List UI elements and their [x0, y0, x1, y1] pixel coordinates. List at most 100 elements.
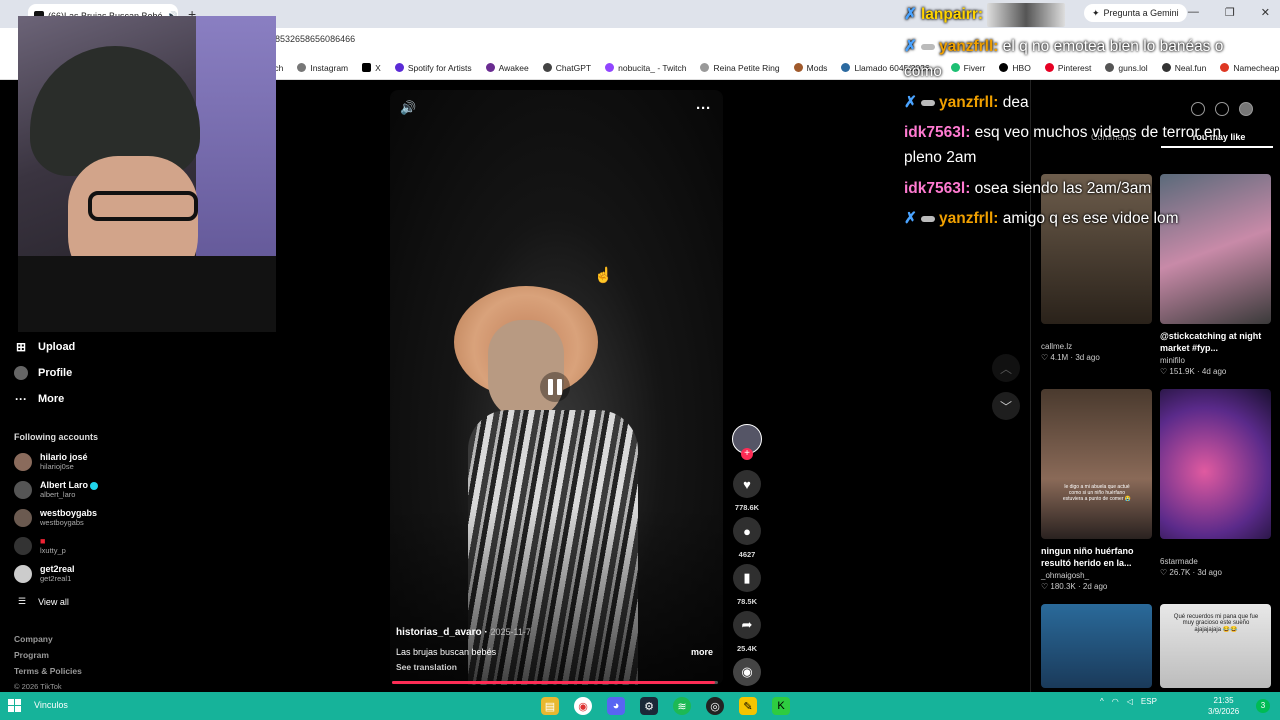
steam-icon[interactable]: ⚙: [640, 697, 658, 715]
card-user[interactable]: minifilo: [1160, 356, 1271, 365]
follow-plus-icon[interactable]: +: [741, 448, 753, 460]
green-app-icon[interactable]: K: [772, 697, 790, 715]
bookmark-item[interactable]: ChatGPT: [542, 63, 591, 73]
more-options-icon[interactable]: ···: [696, 100, 711, 117]
nav-more-label: More: [38, 393, 65, 405]
discord-icon[interactable]: ◕: [607, 697, 625, 715]
card-title[interactable]: @stickcatching at night market #fyp...: [1160, 330, 1271, 354]
right-panel: Comments You may like callme.lz ♡ 4.1M ·…: [1030, 80, 1280, 692]
device-icon[interactable]: [1215, 102, 1229, 116]
view-all-link[interactable]: ☰ View all: [18, 596, 69, 607]
taskbar-links-label[interactable]: Vinculos: [34, 700, 68, 710]
following-account[interactable]: hilario josé hilarioj0se: [14, 452, 88, 471]
comment-button[interactable]: ●: [733, 517, 761, 545]
bookmark-item[interactable]: nobucita_ - Twitch: [605, 63, 686, 73]
notification-badge[interactable]: 3: [1256, 699, 1270, 713]
video-thumbnail[interactable]: [1160, 174, 1271, 324]
bookmark-item[interactable]: Mods: [793, 63, 827, 73]
chat-user: idk7563l: [904, 180, 966, 197]
recommended-video-card[interactable]: @stickcatching at night market #fyp... m…: [1160, 174, 1271, 376]
video-author[interactable]: historias_d_avaro · 2025-11-7: [396, 627, 531, 638]
chatgpt-icon: [542, 63, 552, 72]
recommended-video-card[interactable]: [1041, 604, 1152, 688]
previous-video-button[interactable]: ︿: [992, 354, 1020, 382]
next-video-button[interactable]: ﹀: [992, 392, 1020, 420]
chat-text: osea siendo las 2am/3am: [974, 180, 1152, 197]
sound-disc-button[interactable]: ◉: [733, 658, 761, 686]
clock[interactable]: 21:35 3/9/2026: [1208, 695, 1239, 717]
caption-more-link[interactable]: more: [691, 647, 713, 657]
card-meta: ♡ 180.3K · 2d ago: [1041, 582, 1108, 591]
card-title[interactable]: ningun niño huérfano resultó herido en l…: [1041, 545, 1152, 569]
windows-start-button[interactable]: [8, 699, 22, 713]
author-name[interactable]: historias_d_avaro: [396, 627, 482, 638]
recommended-video-card[interactable]: callme.lz ♡ 4.1M · 3d ago: [1041, 174, 1152, 362]
see-translation-link[interactable]: See translation: [396, 662, 457, 672]
mods-icon: [793, 63, 803, 72]
bookmark-item[interactable]: Reina Petite Ring: [700, 63, 780, 73]
bookmark-item[interactable]: Instagram: [297, 63, 348, 73]
chat-user: lanpairr: [921, 6, 978, 23]
account-name: hilario josé: [40, 452, 88, 462]
chrome-icon[interactable]: ◉: [574, 697, 592, 715]
progress-fill: [392, 681, 715, 684]
nav-profile[interactable]: Profile: [14, 366, 72, 380]
pause-button[interactable]: [540, 372, 570, 402]
sub-badge-icon: [921, 43, 935, 50]
following-account[interactable]: Albert Laro albert_laro: [14, 480, 99, 499]
following-account[interactable]: westboygabs westboygabs: [14, 508, 97, 527]
save-button[interactable]: ▮: [733, 564, 761, 592]
video-thumbnail[interactable]: [1041, 604, 1152, 688]
chat-user: idk7563l: [904, 124, 966, 141]
moderator-sword-icon: ✗: [904, 6, 917, 23]
bookmark-item[interactable]: Spotify for Artists: [394, 63, 472, 73]
volume-icon[interactable]: 🔊: [400, 100, 416, 116]
nav-more[interactable]: ··· More: [14, 392, 64, 406]
wifi-icon[interactable]: ◠: [1112, 697, 1119, 706]
user-avatar-icon[interactable]: [1239, 102, 1253, 116]
footer-company[interactable]: Company: [14, 634, 53, 644]
close-window-icon[interactable]: ✕: [1261, 6, 1270, 19]
recommended-video-card[interactable]: le digo a mi abuela que actué como si un…: [1041, 389, 1152, 591]
file-explorer-icon[interactable]: ▤: [541, 697, 559, 715]
footer-copyright: © 2026 TikTok: [14, 682, 62, 691]
minimize-icon[interactable]: —: [1188, 6, 1199, 19]
video-thumbnail[interactable]: [1160, 389, 1271, 539]
language-indicator[interactable]: ESP: [1141, 697, 1157, 706]
settings-icon[interactable]: [1191, 102, 1205, 116]
following-account[interactable]: get2real get2real1: [14, 564, 75, 583]
account-handle: lxutty_p: [40, 546, 66, 555]
video-progress-bar[interactable]: [392, 681, 718, 684]
maximize-icon[interactable]: ❐: [1225, 6, 1235, 19]
share-button[interactable]: ➦: [733, 611, 761, 639]
notes-app-icon[interactable]: ✎: [739, 697, 757, 715]
volume-tray-icon[interactable]: ◁: [1127, 697, 1133, 706]
ring-icon: [700, 63, 710, 72]
bookmark-item[interactable]: Awakee: [485, 63, 529, 73]
recommended-video-card[interactable]: 6starmade ♡ 26.7K · 3d ago: [1160, 389, 1271, 577]
video-thumbnail[interactable]: le digo a mi abuela que actué como si un…: [1041, 389, 1152, 539]
footer-program[interactable]: Program: [14, 650, 49, 660]
footer-terms[interactable]: Terms & Policies: [14, 666, 82, 676]
gemini-button[interactable]: ✦ Pregunta a Gemini: [1084, 4, 1187, 22]
bookmark-item[interactable]: X: [362, 63, 381, 73]
like-button[interactable]: ♥: [733, 470, 761, 498]
spotify-icon[interactable]: ≋: [673, 697, 691, 715]
nav-upload[interactable]: ⊞ Upload: [14, 340, 75, 354]
moderator-sword-icon: ✗: [904, 94, 917, 111]
card-user[interactable]: _ohmaigosh_: [1041, 571, 1152, 580]
more-dots-icon: ···: [15, 392, 27, 406]
sub-badge-icon: [921, 99, 935, 106]
recommended-video-card[interactable]: Qué recuerdos mi pana que fue muy gracio…: [1160, 604, 1271, 688]
spotify-icon: [394, 63, 404, 72]
following-account[interactable]: ■ lxutty_p: [14, 536, 66, 555]
url-text[interactable]: 98532658656086466: [270, 34, 355, 44]
card-user[interactable]: callme.lz: [1041, 342, 1152, 351]
thumbnail-caption: Qué recuerdos mi pana que fue muy gracio…: [1173, 614, 1259, 633]
save-count: 78.5K: [736, 597, 757, 606]
screen: (66)Las Brujas Buscan Bebé 🔊 ✕ + ✦ Pregu…: [0, 0, 1280, 720]
card-user[interactable]: 6starmade: [1160, 557, 1271, 566]
video-thumbnail[interactable]: Qué recuerdos mi pana que fue muy gracio…: [1160, 604, 1271, 688]
chevron-up-icon[interactable]: ^: [1100, 697, 1104, 706]
obs-icon[interactable]: ◎: [706, 697, 724, 715]
